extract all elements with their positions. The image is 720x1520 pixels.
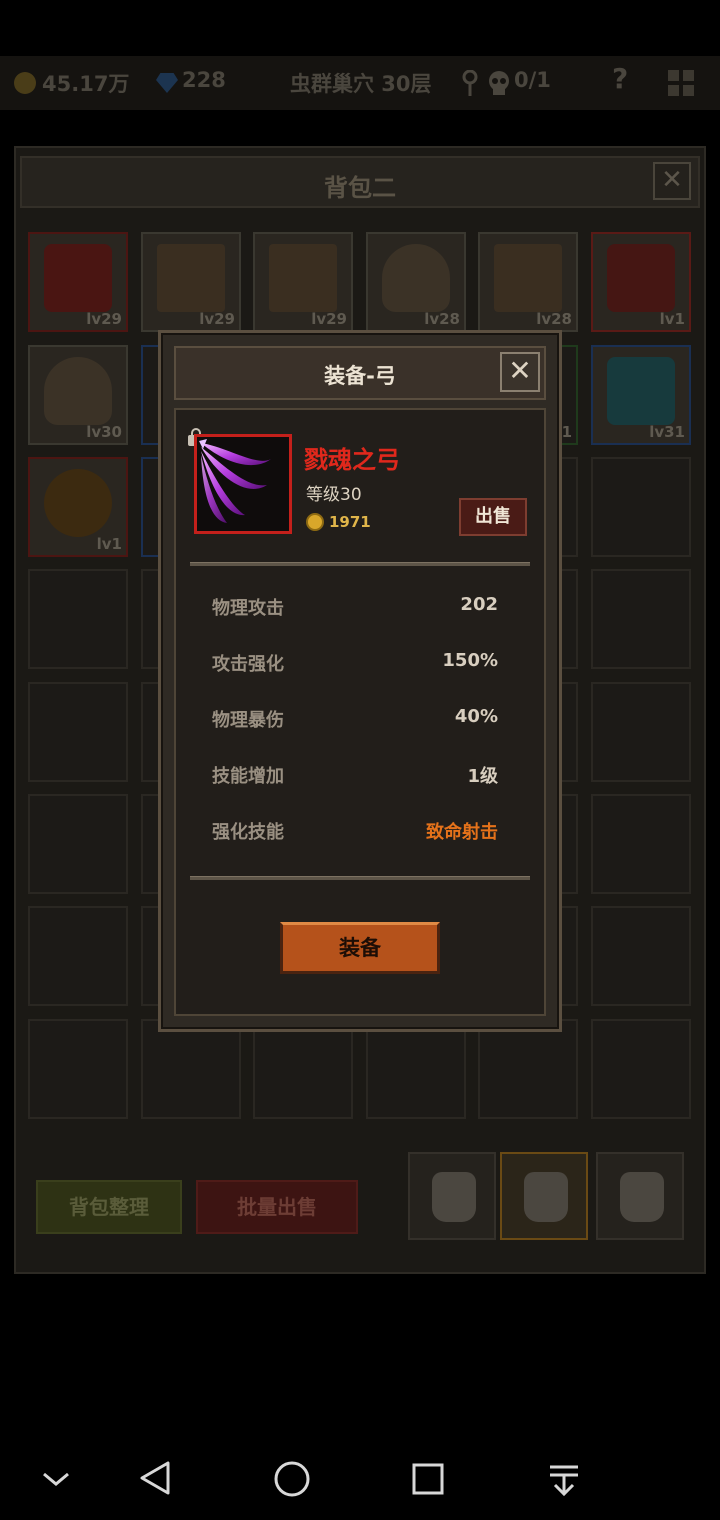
bag-tab-3[interactable] [596, 1152, 684, 1240]
inventory-slot[interactable]: lv1 [591, 232, 691, 332]
gold-icon [14, 72, 36, 94]
inventory-slot[interactable] [591, 682, 691, 782]
inventory-slot[interactable]: lv29 [28, 232, 128, 332]
gem-icon [156, 73, 178, 93]
amulet-icon [44, 469, 112, 537]
slot-level: lv1 [96, 535, 122, 553]
dialog-header: 装备-弓 [174, 346, 546, 400]
slot-level: lv29 [86, 310, 122, 328]
dialog-title: 装备-弓 [324, 364, 396, 388]
divider [190, 876, 530, 880]
inventory-title: 背包二 [324, 174, 396, 202]
inventory-slot[interactable] [591, 906, 691, 1006]
slot-level: lv29 [311, 310, 347, 328]
inventory-slot[interactable] [141, 1019, 241, 1119]
bow-icon [199, 439, 271, 523]
slot-level: lv29 [199, 310, 235, 328]
inventory-slot[interactable] [591, 1019, 691, 1119]
inventory-slot[interactable] [478, 1019, 578, 1119]
back-icon[interactable] [138, 1460, 172, 1496]
inventory-slot[interactable]: lv29 [141, 232, 241, 332]
helmet-icon [382, 244, 450, 312]
item-name: 戮魂之弓 [304, 446, 400, 474]
stat-value: 202 [460, 594, 498, 615]
armor-icon [44, 244, 112, 312]
enhanced-skill-value: 致命射击 [426, 822, 498, 843]
inventory-slot[interactable]: lv31 [591, 345, 691, 445]
shield-icon [157, 244, 225, 312]
system-nav-bar [0, 1440, 720, 1520]
notification-pull-icon[interactable] [546, 1462, 582, 1498]
chevron-down-icon[interactable] [40, 1468, 72, 1490]
gold-amount: 45.17万 [42, 72, 130, 96]
top-hud: 45.17万 228 虫群巢穴 30层 0/1 ? [0, 56, 720, 110]
inventory-slot[interactable] [253, 1019, 353, 1119]
batch-sell-button[interactable]: 批量出售 [196, 1180, 358, 1234]
inventory-slot[interactable] [28, 569, 128, 669]
stat-value: 40% [454, 706, 498, 727]
stat-label: 物理攻击 [212, 598, 284, 619]
menu-icon[interactable] [666, 68, 696, 98]
stat-value: 1级 [467, 766, 498, 787]
slot-level: lv1 [659, 310, 685, 328]
stat-label: 物理暴伤 [212, 710, 284, 731]
inventory-slot[interactable] [591, 457, 691, 557]
inventory-slot[interactable] [591, 569, 691, 669]
slot-level: lv28 [424, 310, 460, 328]
gold-coin-icon [306, 513, 324, 531]
key-icon [462, 70, 478, 96]
staff-icon [607, 244, 675, 312]
dialog-close-button[interactable]: ✕ [500, 352, 540, 392]
sort-bag-button[interactable]: 背包整理 [36, 1180, 182, 1234]
stat-label: 技能增加 [212, 766, 284, 787]
item-portrait [194, 434, 292, 534]
inventory-close-button[interactable]: ✕ [653, 162, 691, 200]
stat-value: 150% [442, 650, 498, 671]
shield-icon [269, 244, 337, 312]
backpack-icon [432, 1172, 476, 1222]
key-count: 0/1 [514, 68, 551, 92]
slot-level: lv28 [536, 310, 572, 328]
backpack-icon [620, 1172, 664, 1222]
slot-level: lv31 [649, 423, 685, 441]
item-level: 等级30 [306, 485, 362, 505]
skull-icon [489, 71, 509, 95]
help-button[interactable]: ? [612, 62, 628, 95]
sell-button[interactable]: 出售 [459, 498, 527, 536]
inventory-slot[interactable] [28, 1019, 128, 1119]
stat-label: 攻击强化 [212, 654, 284, 675]
recents-icon[interactable] [411, 1462, 445, 1496]
slot-level: lv30 [86, 423, 122, 441]
inventory-slot[interactable] [366, 1019, 466, 1119]
dungeon-location: 虫群巢穴 30层 [290, 72, 432, 96]
inventory-slot[interactable]: lv28 [366, 232, 466, 332]
helmet-icon [44, 357, 112, 425]
inventory-slot[interactable] [28, 906, 128, 1006]
inventory-slot[interactable] [28, 682, 128, 782]
inventory-slot[interactable]: lv1 [28, 457, 128, 557]
slot-level: 1 [561, 423, 572, 441]
inventory-header: 背包二 [20, 156, 700, 208]
equip-button[interactable]: 装备 [280, 922, 440, 974]
inventory-slot[interactable] [28, 794, 128, 894]
shield-icon [494, 244, 562, 312]
inventory-slot[interactable]: lv29 [253, 232, 353, 332]
bag-tab-2[interactable] [500, 1152, 588, 1240]
gem-amount: 228 [182, 68, 226, 92]
divider [190, 562, 530, 566]
stat-label: 强化技能 [212, 822, 284, 843]
inventory-slot[interactable]: lv30 [28, 345, 128, 445]
item-price: 1971 [329, 513, 371, 531]
inventory-slot[interactable]: lv28 [478, 232, 578, 332]
backpack-icon [524, 1172, 568, 1222]
staff-icon [607, 357, 675, 425]
inventory-slot[interactable] [591, 794, 691, 894]
home-icon[interactable] [273, 1460, 311, 1498]
bag-tab-1[interactable] [408, 1152, 496, 1240]
